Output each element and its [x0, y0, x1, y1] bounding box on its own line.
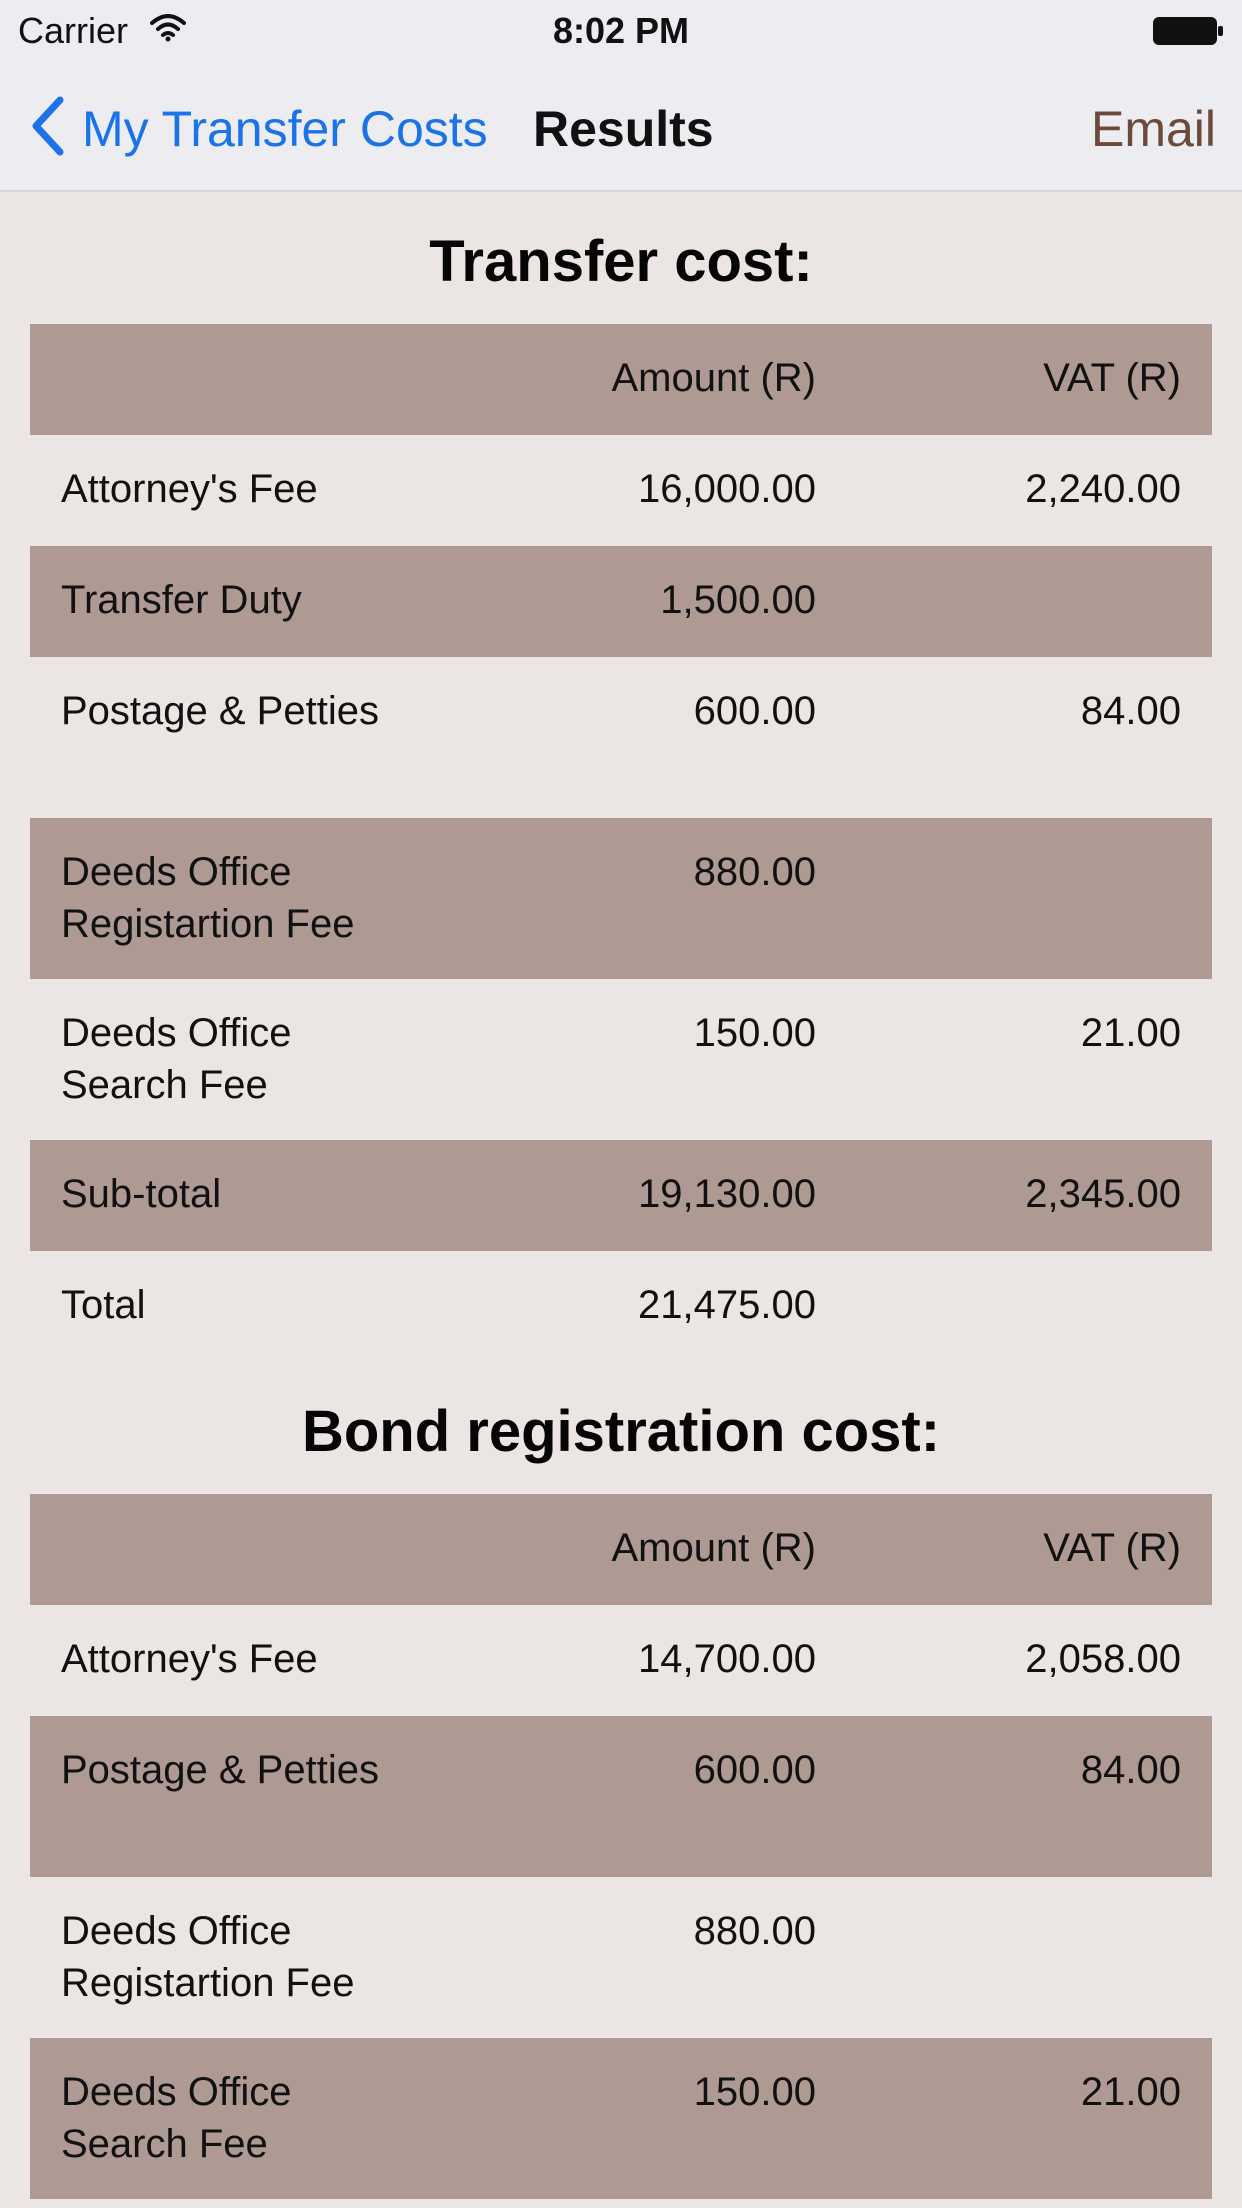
table-row: Attorney's Fee 14,700.00 2,058.00 — [30, 1605, 1212, 1716]
row-vat: 84.00 — [1080, 689, 1181, 733]
table-row: Deeds Office Registartion Fee 880.00 — [30, 818, 1212, 979]
row-amount: 21,475.00 — [638, 1283, 816, 1327]
row-vat: 21.00 — [1080, 2070, 1181, 2114]
table-row: Deeds Office Search Fee 150.00 21.00 — [30, 2038, 1212, 2199]
row-amount: 150.00 — [693, 1011, 816, 1055]
row-amount: 14,700.00 — [638, 1637, 816, 1681]
row-vat: 2,345.00 — [1025, 1172, 1181, 1216]
row-label: Deeds Office Search Fee — [61, 1011, 292, 1107]
subtotal-row: Sub-total 19,130.00 2,345.00 — [30, 1140, 1212, 1251]
row-label: Transfer Duty — [61, 578, 302, 622]
battery-icon — [1152, 16, 1224, 46]
row-amount: 19,130.00 — [638, 1172, 816, 1216]
row-amount: 880.00 — [693, 850, 816, 894]
table-header-row: Amount (R) VAT (R) — [30, 324, 1212, 435]
row-label: Sub-total — [61, 1172, 222, 1216]
row-label: Attorney's Fee — [61, 1637, 318, 1681]
status-bar: Carrier 8:02 PM — [0, 0, 1242, 62]
bond-registration-cost-table: Amount (R) VAT (R) Attorney's Fee 14,700… — [30, 1494, 1212, 2199]
table-header-row: Amount (R) VAT (R) — [30, 1494, 1212, 1605]
table-row: Postage & Petties 600.00 84.00 — [30, 657, 1212, 818]
row-amount: 1,500.00 — [660, 578, 816, 622]
row-amount: 600.00 — [693, 1748, 816, 1792]
row-amount: 600.00 — [693, 689, 816, 733]
transfer-cost-title: Transfer cost: — [429, 229, 813, 294]
total-row: Total 21,475.00 — [30, 1251, 1212, 1362]
row-label: Total — [61, 1283, 146, 1327]
table-row: Attorney's Fee 16,000.00 2,240.00 — [30, 435, 1212, 546]
bond-registration-cost-title: Bond registration cost: — [301, 1399, 941, 1464]
table-row: Deeds Office Registartion Fee 880.00 — [30, 1877, 1212, 2038]
row-label: Deeds Office Registartion Fee — [61, 1909, 355, 2005]
row-label: Attorney's Fee — [61, 467, 318, 511]
table-row: Postage & Petties 600.00 84.00 — [30, 1716, 1212, 1877]
page-title: Results — [533, 101, 714, 157]
row-vat: 2,058.00 — [1025, 1637, 1181, 1681]
transfer-cost-table: Amount (R) VAT (R) Attorney's Fee 16,000… — [30, 324, 1212, 1362]
row-label: Postage & Petties — [61, 1748, 379, 1792]
table-row: Transfer Duty 1,500.00 — [30, 546, 1212, 657]
vat-column-header: VAT (R) — [1043, 356, 1181, 400]
row-amount: 16,000.00 — [638, 467, 816, 511]
status-time: 8:02 PM — [552, 10, 690, 51]
row-vat: 84.00 — [1080, 1748, 1181, 1792]
table-row: Deeds Office Search Fee 150.00 21.00 — [30, 979, 1212, 1140]
back-button[interactable]: My Transfer Costs — [82, 100, 488, 158]
row-amount: 150.00 — [693, 2070, 816, 2114]
amount-column-header: Amount (R) — [611, 356, 817, 400]
row-vat: 2,240.00 — [1025, 467, 1181, 511]
row-label: Deeds Office Registartion Fee — [61, 850, 355, 946]
email-button[interactable]: Email — [1091, 100, 1216, 158]
row-label: Deeds Office Search Fee — [61, 2070, 292, 2166]
row-amount: 880.00 — [693, 1909, 816, 1953]
navigation-bar: My Transfer Costs Results Email — [0, 62, 1242, 192]
amount-column-header: Amount (R) — [611, 1526, 817, 1570]
row-label: Postage & Petties — [61, 689, 379, 733]
row-vat: 21.00 — [1080, 1011, 1181, 1055]
vat-column-header: VAT (R) — [1043, 1526, 1181, 1570]
back-chevron-icon[interactable] — [28, 94, 68, 163]
